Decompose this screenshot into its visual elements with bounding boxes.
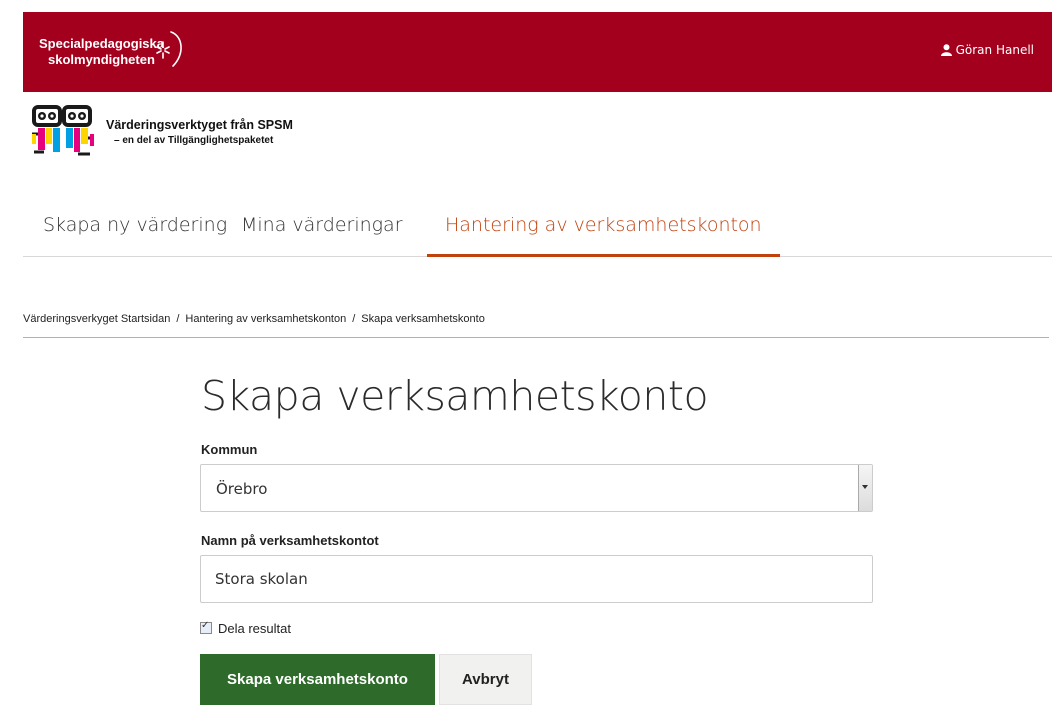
page-title: Skapa verksamhetskonto (201, 372, 709, 420)
app-title: Värderingsverktyget från SPSM (106, 118, 293, 132)
account-name-label: Namn på verksamhetskontot (201, 533, 379, 548)
breadcrumb-separator: / (176, 313, 180, 325)
breadcrumb-accounts-link[interactable]: Hantering av verksamhetskonton (185, 313, 346, 325)
share-results-checkbox-row[interactable]: Dela resultat (200, 620, 291, 636)
breadcrumb: Värderingsverkyget Startsidan / Hantering … (23, 313, 1049, 338)
user-icon (940, 44, 952, 56)
tab-label: Skapa ny värdering (43, 214, 228, 236)
account-name-input[interactable] (200, 555, 873, 603)
kommun-selected-value: Örebro (216, 480, 268, 498)
robot-mascots-icon (32, 105, 94, 156)
kommun-select[interactable]: Örebro (200, 464, 873, 512)
chevron-down-icon[interactable] (858, 465, 872, 511)
share-results-checkbox[interactable] (200, 620, 212, 634)
tab-create-assessment[interactable]: Skapa ny värdering (43, 214, 227, 255)
app-subtitle: – en del av Tillgänglighetspaketet (114, 135, 274, 146)
org-name-line1: Specialpedagogiska (39, 36, 164, 51)
tab-my-assessments[interactable]: Mina värderingar (241, 214, 403, 255)
breadcrumb-separator: / (352, 313, 356, 325)
user-name: Göran Hanell (955, 43, 1034, 57)
breadcrumb-current: Skapa verksamhetskonto (361, 313, 485, 325)
tab-manage-accounts[interactable]: Hantering av verksamhetskonton (427, 214, 780, 257)
breadcrumb-home-link[interactable]: Värderingsverkyget Startsidan (23, 313, 170, 325)
org-name-line2: skolmyndigheten (48, 52, 155, 67)
user-menu[interactable]: Göran Hanell (940, 43, 1034, 57)
kommun-label: Kommun (201, 442, 258, 457)
main-tabs: Skapa ny värdering Mina värderingar Hant… (23, 206, 1052, 257)
site-header: Specialpedagogiska skolmyndigheten Göran… (23, 12, 1052, 92)
org-logo[interactable]: Specialpedagogiska skolmyndigheten (39, 30, 199, 74)
cancel-button[interactable]: Avbryt (439, 654, 532, 705)
tab-label: Hantering av verksamhetskonton (445, 214, 762, 236)
tab-label: Mina värderingar (241, 214, 403, 236)
star-swoosh-icon (156, 31, 182, 67)
create-account-button[interactable]: Skapa verksamhetskonto (200, 654, 435, 705)
share-results-label: Dela resultat (218, 621, 291, 636)
app-logo[interactable]: Värderingsverktyget från SPSM – en del a… (30, 104, 330, 160)
